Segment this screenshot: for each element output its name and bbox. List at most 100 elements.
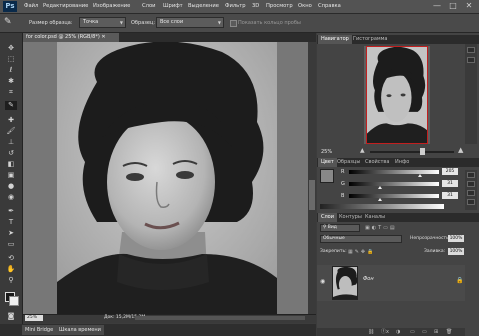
type-tool-icon[interactable]: T <box>5 218 17 227</box>
menu-window[interactable]: Окно <box>298 0 312 13</box>
eyedropper-tool-icon[interactable]: ✎ <box>5 101 17 110</box>
lock-icons[interactable]: ▦✎✥🔒 <box>348 249 375 255</box>
eyedropper-tool-preset-icon[interactable]: ✎ <box>4 16 18 29</box>
dodge-tool-icon[interactable]: ◉ <box>5 193 17 202</box>
3d-tool-icon[interactable]: ⟲ <box>5 254 17 263</box>
blend-mode-select[interactable]: Обычные <box>320 235 402 243</box>
menu-filter[interactable]: Фильтр <box>225 0 246 13</box>
layer-name[interactable]: Фон <box>363 276 374 282</box>
panel-icon[interactable] <box>467 57 475 63</box>
zoom-in-icon[interactable]: ▲ <box>458 146 463 154</box>
portrait-photo[interactable] <box>57 42 277 314</box>
tab-paths[interactable]: Контуры <box>336 213 365 222</box>
panel-icon[interactable] <box>467 181 475 187</box>
new-group-icon[interactable]: ▭ <box>422 328 427 336</box>
maximize-icon[interactable]: □ <box>448 1 458 11</box>
zoom-level-field[interactable]: 25% <box>25 315 43 321</box>
color-g-slider[interactable] <box>349 182 439 186</box>
gradient-tool-icon[interactable]: ▣ <box>5 171 17 180</box>
color-g-value[interactable]: 31 <box>442 180 458 187</box>
tab-channels[interactable]: Каналы <box>362 213 388 222</box>
path-selection-tool-icon[interactable]: ➤ <box>5 229 17 238</box>
tab-swatches[interactable]: Образцы <box>334 158 363 167</box>
menu-3d[interactable]: 3D <box>252 0 259 13</box>
color-g-slider-thumb[interactable] <box>378 186 382 189</box>
tab-properties[interactable]: Свойства <box>362 158 392 167</box>
quick-mask-icon[interactable]: ◙ <box>5 312 17 321</box>
blur-tool-icon[interactable]: ● <box>5 182 17 191</box>
color-g-label: G <box>341 181 345 187</box>
navigator-preview[interactable] <box>366 46 428 144</box>
close-icon[interactable]: ✕ <box>464 1 474 11</box>
background-color-swatch[interactable] <box>9 296 19 306</box>
tab-mini-bridge[interactable]: Mini Bridge <box>22 325 57 335</box>
fill-label: Заливка: <box>424 249 446 254</box>
panel-collapse-icon[interactable] <box>467 47 475 53</box>
marquee-tool-icon[interactable]: ⬚ <box>5 55 17 64</box>
adjustment-layer-icon[interactable]: ◑ <box>396 328 400 336</box>
layers-bottom-bar <box>317 328 465 336</box>
document-tab[interactable]: for color.psd @ 25% (RGB/8*) ✕ <box>23 33 119 42</box>
pen-tool-icon[interactable]: ✒ <box>5 207 17 216</box>
panel-icon[interactable] <box>467 199 475 205</box>
layer-mask-icon[interactable]: ▭ <box>410 328 415 336</box>
minimize-icon[interactable]: — <box>432 1 442 11</box>
color-b-slider-thumb[interactable] <box>378 198 382 201</box>
layer-filter-icons[interactable]: ▣◐T▭▤ <box>365 225 397 231</box>
history-brush-tool-icon[interactable]: ↺ <box>5 149 17 158</box>
move-tool-icon[interactable]: ✥ <box>5 44 17 53</box>
menu-select[interactable]: Выделение <box>188 0 219 13</box>
horizontal-scrollbar[interactable] <box>135 316 305 320</box>
vertical-scrollbar[interactable] <box>308 42 316 314</box>
zoom-out-icon[interactable]: ▲ <box>360 147 365 154</box>
tab-info[interactable]: Инфо <box>392 158 412 167</box>
delete-layer-icon[interactable]: 🗑 <box>446 328 452 336</box>
brush-tool-icon[interactable]: 🖌 <box>5 127 17 136</box>
color-b-value[interactable]: 31 <box>442 192 458 199</box>
crop-tool-icon[interactable]: ⌗ <box>5 88 17 97</box>
menu-type[interactable]: Шрифт <box>163 0 183 13</box>
color-b-slider[interactable] <box>349 194 439 198</box>
tab-layers[interactable]: Слои <box>318 213 337 222</box>
zoom-tool-icon[interactable]: ⚲ <box>5 276 17 285</box>
panel-icon[interactable] <box>467 172 475 178</box>
color-r-slider-thumb[interactable] <box>418 174 422 177</box>
sample-size-select[interactable]: Точка ▼ <box>79 17 126 28</box>
panel-icon[interactable] <box>467 190 475 196</box>
navigator-slider-thumb[interactable] <box>420 148 425 155</box>
color-ramp[interactable] <box>320 204 444 209</box>
menu-view[interactable]: Просмотр <box>266 0 293 13</box>
vertical-scrollbar-thumb[interactable] <box>309 180 315 210</box>
tab-timeline[interactable]: Шкала времени <box>56 325 104 335</box>
menu-help[interactable]: Справка <box>318 0 341 13</box>
color-r-value[interactable]: 205 <box>442 168 458 175</box>
navigator-zoom-value[interactable]: 25% <box>321 148 332 156</box>
color-r-slider[interactable] <box>349 170 439 174</box>
healing-brush-tool-icon[interactable]: ✚ <box>5 116 17 125</box>
lasso-tool-icon[interactable]: ℓ <box>5 66 17 75</box>
fill-field[interactable]: 100% <box>448 248 464 255</box>
close-tab-icon[interactable]: ✕ <box>101 34 105 40</box>
eraser-tool-icon[interactable]: ◧ <box>5 160 17 169</box>
layer-style-icon[interactable]: ⓕx <box>381 328 389 336</box>
hand-tool-icon[interactable]: ✋ <box>5 265 17 274</box>
foreground-color-preview[interactable] <box>320 169 334 183</box>
sampling-ring-checkbox[interactable] <box>230 20 237 27</box>
menu-image[interactable]: Изображение <box>93 0 130 13</box>
visibility-eye-icon[interactable]: ◉ <box>320 278 325 285</box>
new-layer-icon[interactable]: ⊞ <box>434 328 438 336</box>
link-layers-icon[interactable]: ⛓ <box>368 328 374 336</box>
opacity-field[interactable]: 100% <box>448 235 464 242</box>
tab-navigator[interactable]: Навигатор <box>318 35 352 44</box>
menu-file[interactable]: Файл <box>24 0 38 13</box>
navigator-zoom-slider[interactable] <box>370 151 454 153</box>
shape-tool-icon[interactable]: ▭ <box>5 240 17 249</box>
sample-select[interactable]: Все слои ▼ <box>156 17 224 28</box>
tab-histogram[interactable]: Гистограмма <box>350 35 391 44</box>
menu-edit[interactable]: Редактирование <box>43 0 88 13</box>
clone-stamp-tool-icon[interactable]: ⊥ <box>5 138 17 147</box>
layer-thumbnail[interactable] <box>332 266 358 300</box>
layer-kind-filter[interactable]: ⚲ Вид <box>320 224 360 232</box>
menu-layers[interactable]: Слои <box>142 0 155 13</box>
quick-select-tool-icon[interactable]: ✱ <box>5 77 17 86</box>
